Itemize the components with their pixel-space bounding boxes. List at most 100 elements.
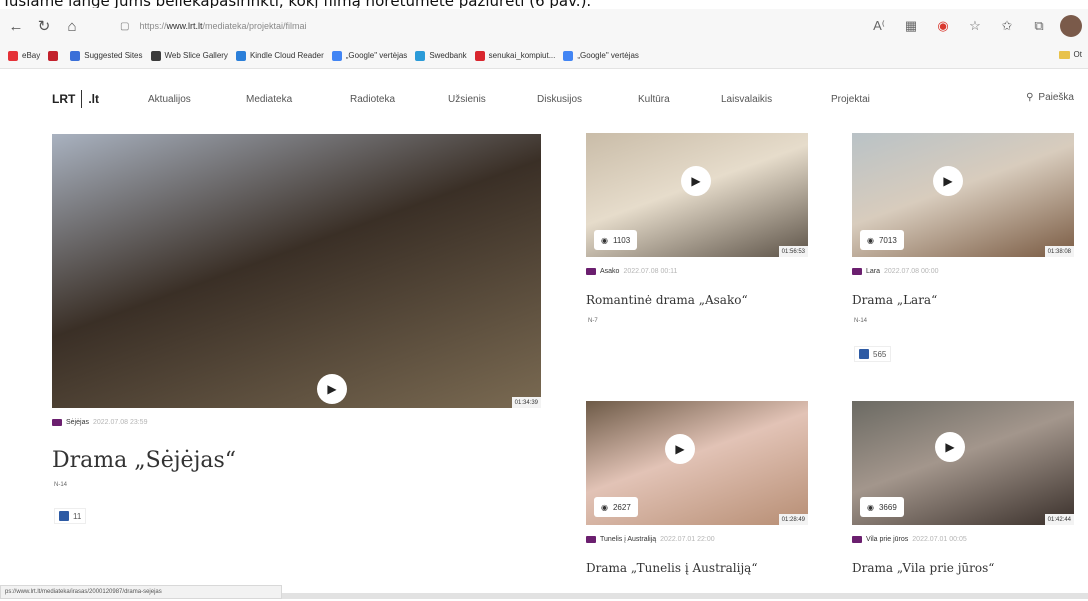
- menu-item[interactable]: Mediateka: [246, 94, 292, 105]
- bookmark-item[interactable]: Kindle Cloud Reader: [235, 50, 324, 61]
- bookmark-item[interactable]: [48, 50, 62, 61]
- bookmark-favicon-icon: [70, 50, 81, 61]
- film-title[interactable]: Drama „Sėjėjas“: [52, 448, 236, 473]
- bookmark-item[interactable]: Suggested Sites: [70, 50, 143, 61]
- film-meta: Tunelis į Australiją 2022.07.01 22:00: [586, 536, 715, 543]
- bookmark-label: Kindle Cloud Reader: [249, 51, 324, 60]
- menu-item[interactable]: Diskusijos: [537, 94, 582, 105]
- menu-item[interactable]: Kultūra: [638, 94, 670, 105]
- bookmarks-bar: eBay Suggested Sites Web Slice Gallery Kind…: [0, 43, 1088, 69]
- bookmark-favicon-icon: [331, 50, 342, 61]
- extension-icon[interactable]: ◉: [932, 15, 954, 37]
- view-count-badge: ◉ 2627: [594, 497, 638, 517]
- show-name[interactable]: Asako: [600, 268, 619, 275]
- logo-lt: .lt: [88, 92, 99, 106]
- share-count: 11: [73, 511, 82, 521]
- bookmark-favicon-icon: [415, 50, 426, 61]
- bookmark-label: „Google" vertėjas: [577, 51, 639, 60]
- collections-icon[interactable]: ⧉: [1028, 15, 1050, 37]
- grid-icon[interactable]: ▦: [900, 15, 922, 37]
- browser-toolbar: ← ↻ ⌂ ▢ https:// www.lrt.lt /mediateka/p…: [0, 9, 1088, 43]
- bookmark-favicon-icon: [48, 50, 59, 61]
- menu-item[interactable]: Laisvalaikis: [721, 94, 772, 105]
- favorites-list-icon[interactable]: ✩: [996, 15, 1018, 37]
- facebook-share-button[interactable]: 11: [54, 508, 87, 524]
- bookmark-item[interactable]: senukai_kompiut...: [474, 50, 555, 61]
- view-count: 7013: [878, 235, 897, 245]
- film-title[interactable]: Drama „Tunelis į Australiją“: [586, 561, 757, 575]
- read-aloud-icon[interactable]: A⁽: [868, 15, 890, 37]
- film-thumbnail[interactable]: ▶ ◉ 3669 01:42:44: [852, 401, 1074, 525]
- search-button[interactable]: ⚲ Paieška: [1026, 92, 1074, 103]
- publish-date: 2022.07.01 00:05: [912, 536, 967, 543]
- film-thumbnail[interactable]: ▶ ◉ 7013 01:38:08: [852, 133, 1074, 257]
- menu-item[interactable]: Aktualijos: [148, 94, 191, 105]
- play-icon[interactable]: ▶: [665, 434, 695, 464]
- bookmark-item[interactable]: „Google" vertėjas: [563, 50, 639, 61]
- age-rating: N-14: [54, 482, 68, 488]
- video-camera-icon: [852, 268, 862, 275]
- home-icon[interactable]: ⌂: [60, 14, 84, 38]
- publish-date: 2022.07.01 22:00: [660, 536, 715, 543]
- logo-divider: [81, 90, 83, 108]
- film-thumbnail[interactable]: ▶ ◉ 2627 01:28:49: [586, 401, 808, 525]
- publish-date: 2022.07.08 00:11: [623, 268, 678, 275]
- address-bar[interactable]: ▢ https:// www.lrt.lt /mediateka/projekt…: [120, 15, 860, 37]
- favorite-icon[interactable]: ☆: [964, 15, 986, 37]
- play-icon[interactable]: ▶: [933, 166, 963, 196]
- view-count-badge: ◉ 1103: [594, 230, 638, 250]
- view-count: 1103: [612, 235, 631, 245]
- film-thumbnail[interactable]: ▶ ◉ 1103 01:56:53: [586, 133, 808, 257]
- search-label: Paieška: [1038, 92, 1074, 103]
- back-arrow-icon[interactable]: ←: [4, 14, 28, 38]
- other-favorites[interactable]: Ot: [1058, 50, 1082, 59]
- film-meta: Asako 2022.07.08 00:11: [586, 268, 677, 275]
- play-icon[interactable]: ▶: [681, 166, 711, 196]
- eye-icon: ◉: [601, 235, 608, 245]
- show-name[interactable]: Tunelis į Australiją: [600, 536, 656, 543]
- play-icon[interactable]: ▶: [935, 432, 965, 462]
- bookmark-item[interactable]: „Google" vertėjas: [331, 50, 407, 61]
- show-name[interactable]: Vila prie jūros: [866, 536, 908, 543]
- bookmark-label: eBay: [22, 51, 41, 60]
- facebook-icon: [59, 511, 69, 521]
- view-count: 3669: [878, 502, 897, 512]
- toolbar-icons: A⁽ ▦ ◉ ☆ ✩ ⧉: [868, 15, 1082, 37]
- refresh-icon[interactable]: ↻: [32, 14, 56, 38]
- show-name[interactable]: Lara: [866, 268, 880, 275]
- play-icon[interactable]: ▶: [317, 374, 347, 404]
- film-title[interactable]: Drama „Lara“: [852, 293, 937, 307]
- film-thumbnail[interactable]: ▶◉394301:34:39: [52, 134, 541, 408]
- film-title[interactable]: Romantinė drama „Asako“: [586, 293, 748, 307]
- lrt-logo[interactable]: LRT .lt: [52, 90, 99, 108]
- bookmark-label: Web Slice Gallery: [164, 51, 228, 60]
- horizontal-scrollbar[interactable]: [282, 593, 1088, 599]
- bookmark-item[interactable]: eBay: [8, 50, 41, 61]
- url-host: www.lrt.lt: [166, 21, 203, 31]
- eye-icon: ◉: [601, 502, 608, 512]
- folder-icon: [1058, 50, 1070, 59]
- menu-item[interactable]: Projektai: [831, 94, 870, 105]
- bookmark-label: Suggested Sites: [84, 51, 143, 60]
- bookmark-item[interactable]: Web Slice Gallery: [150, 50, 228, 61]
- share-count: 565: [873, 349, 887, 359]
- film-meta: Sėjėjas 2022.07.08 23:59: [52, 419, 147, 426]
- menu-item[interactable]: Radioteka: [350, 94, 395, 105]
- status-bar: ps://www.lrt.lt/mediateka/irasas/2000120…: [0, 585, 282, 599]
- bookmark-favicon-icon: [563, 50, 574, 61]
- other-favorites-label: Ot: [1073, 50, 1082, 59]
- duration-badge: 01:56:53: [778, 246, 808, 257]
- bookmark-favicon-icon: [474, 50, 485, 61]
- lock-icon: ▢: [120, 20, 130, 32]
- bookmark-label: Swedbank: [429, 51, 467, 60]
- duration-badge: 01:42:44: [1044, 514, 1074, 525]
- show-name[interactable]: Sėjėjas: [66, 419, 89, 426]
- facebook-share-button[interactable]: 565: [854, 346, 892, 362]
- bookmark-item[interactable]: Swedbank: [415, 50, 467, 61]
- menu-item[interactable]: Užsienis: [448, 94, 486, 105]
- video-camera-icon: [852, 536, 862, 543]
- film-title[interactable]: Drama „Vila prie jūros“: [852, 561, 994, 575]
- profile-avatar[interactable]: [1060, 15, 1082, 37]
- url-path: /mediateka/projektai/filmai: [202, 21, 307, 31]
- eye-icon: ◉: [867, 502, 874, 512]
